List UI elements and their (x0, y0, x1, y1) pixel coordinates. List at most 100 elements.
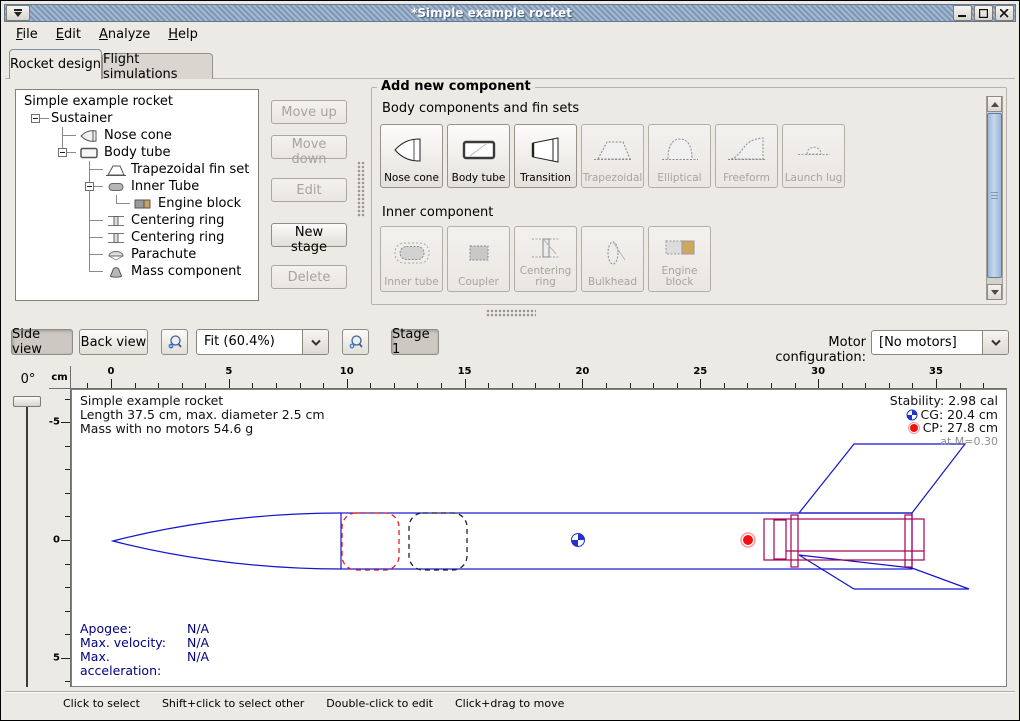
zoom-out-button[interactable] (161, 329, 188, 355)
centering-ring-icon (103, 213, 129, 229)
tree-expander-icon[interactable] (22, 110, 49, 127)
inner-component-label: Inner component (382, 205, 493, 220)
motor-configuration-select[interactable]: [No motors] (871, 330, 1009, 355)
tab-rocket-design[interactable]: Rocket design (9, 49, 102, 79)
horizontal-splitter-handle[interactable] (486, 309, 536, 317)
nose-cone-icon (76, 128, 102, 144)
maximize-icon (979, 9, 988, 18)
move-down-button[interactable]: Move down (271, 135, 347, 159)
add-component-title: Add new component (377, 79, 535, 94)
tree-item-label: Simple example rocket (22, 94, 173, 109)
tree-expander-icon[interactable] (76, 178, 103, 195)
status-bar: Click to selectShift+click to select oth… (5, 691, 1015, 715)
component-button-nose-cone[interactable]: Nose cone (380, 124, 443, 188)
component-button-transition[interactable]: Transition (514, 124, 577, 188)
window-menu-button[interactable] (6, 5, 30, 21)
component-button-launch-lug[interactable]: Launch lug (782, 124, 845, 188)
flight-stat-max-velocity: Max. velocity:N/A (80, 636, 209, 650)
maximize-button[interactable] (974, 5, 993, 21)
new-stage-button[interactable]: New stage (271, 223, 347, 247)
cp-marker (741, 533, 755, 547)
component-scrollbar[interactable] (986, 96, 1003, 300)
component-button-inner-tube[interactable]: Inner tube (380, 226, 443, 292)
zoom-out-icon (167, 334, 183, 350)
zoom-level-select[interactable]: Fit (60.4%) (196, 329, 329, 355)
centering-ring-2-outline (905, 515, 912, 567)
menu-file[interactable]: File (7, 25, 47, 44)
component-button-label: Centering ring (516, 266, 575, 288)
tab-flight-simulations[interactable]: Flight simulations (102, 53, 213, 79)
tree-item-sustainer[interactable]: Sustainer (22, 110, 258, 127)
component-button-engine-block[interactable]: Engine block (648, 226, 711, 292)
arrow-down-icon (991, 290, 999, 299)
vertical-ruler: -505 (49, 389, 71, 687)
rotation-slider-track[interactable] (26, 399, 28, 687)
tree-item-parachute[interactable]: Parachute (22, 246, 258, 263)
engine-block-icon (658, 229, 702, 266)
tree-item-label: Engine block (156, 196, 241, 211)
component-button-centering-ring[interactable]: Centering ring (514, 226, 577, 292)
delete-button[interactable]: Delete (271, 265, 347, 289)
tree-item-centering-ring[interactable]: Centering ring (22, 212, 258, 229)
component-button-label: Launch lug (785, 173, 843, 184)
minimize-button[interactable] (953, 5, 972, 21)
edit-button[interactable]: Edit (271, 178, 347, 202)
motor-configuration-dropdown-button[interactable] (982, 331, 1008, 354)
menu-edit[interactable]: Edit (47, 25, 90, 44)
inner-tube-outline (764, 519, 924, 560)
tree-item-engine-block[interactable]: Engine block (22, 195, 258, 212)
tree-expander-icon[interactable] (49, 144, 76, 161)
vertical-splitter-handle[interactable] (357, 161, 365, 217)
rocket-canvas[interactable]: Simple example rocket Length 37.5 cm, ma… (71, 389, 1007, 687)
menu-help[interactable]: Help (159, 25, 207, 44)
tree-item-body-tube[interactable]: Body tube (22, 144, 258, 161)
close-icon (1000, 9, 1009, 18)
stage-1-toggle[interactable]: Stage 1 (391, 329, 439, 355)
parachute-outline (342, 513, 399, 570)
zoom-in-icon (348, 334, 364, 350)
fin-upper-outline (799, 444, 965, 513)
component-button-label: Elliptical (657, 173, 701, 184)
scrollbar-thumb[interactable] (987, 113, 1002, 278)
zoom-level-dropdown-button[interactable] (302, 330, 328, 354)
move-up-button[interactable]: Move up (271, 100, 347, 124)
component-button-label: Trapezoidal (583, 173, 643, 184)
scroll-down-button[interactable] (987, 284, 1002, 300)
rotation-slider-handle[interactable] (13, 396, 41, 407)
tree-item-nose-cone[interactable]: Nose cone (22, 127, 258, 144)
ruler-unit-label: cm (49, 366, 71, 389)
tree-item-label: Inner Tube (129, 179, 199, 194)
tree-item-centering-ring[interactable]: Centering ring (22, 229, 258, 246)
component-button-body-tube[interactable]: Body tube (447, 124, 510, 188)
titlebar[interactable]: *Simple example rocket (4, 4, 1016, 22)
scroll-up-button[interactable] (987, 96, 1002, 112)
component-button-trapezoidal[interactable]: Trapezoidal (581, 124, 644, 188)
tree-guide (49, 229, 76, 246)
tree-guide (103, 195, 130, 212)
component-button-elliptical[interactable]: Elliptical (648, 124, 711, 188)
tree-item-simple-example-rocket[interactable]: Simple example rocket (22, 93, 258, 110)
tree-guide (76, 195, 103, 212)
tree-item-inner-tube[interactable]: Inner Tube (22, 178, 258, 195)
tree-guide (22, 144, 49, 161)
tree-guide (22, 178, 49, 195)
tree-item-label: Sustainer (49, 111, 113, 126)
side-view-button[interactable]: Side view (11, 329, 73, 355)
tree-guide (49, 161, 76, 178)
tree-item-label: Parachute (129, 247, 196, 262)
component-button-coupler[interactable]: Coupler (447, 226, 510, 292)
component-button-bulkhead[interactable]: Bulkhead (581, 226, 644, 292)
zoom-in-button[interactable] (342, 329, 369, 355)
tree-item-trapezoidal-fin-set[interactable]: Trapezoidal fin set (22, 161, 258, 178)
tree-guide (22, 229, 49, 246)
cp-icon (908, 422, 920, 434)
menu-analyze[interactable]: Analyze (90, 25, 159, 44)
stability-legend: Stability: 2.98 cal CG: 20.4 cm CP: 27.8… (890, 394, 998, 448)
nose-cone-icon (390, 127, 434, 173)
back-view-button[interactable]: Back view (79, 329, 148, 355)
close-button[interactable] (995, 5, 1014, 21)
tree-item-mass-component[interactable]: Mass component (22, 263, 258, 280)
component-button-freeform[interactable]: Freeform (715, 124, 778, 188)
coupler-icon (457, 229, 501, 277)
mass-component-outline (409, 513, 467, 570)
